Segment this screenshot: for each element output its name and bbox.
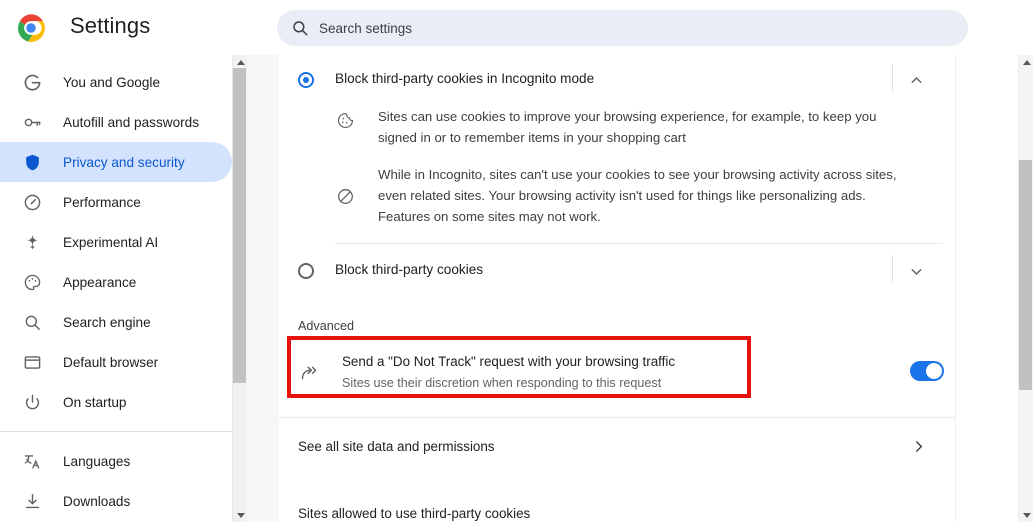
- sidebar-item-languages[interactable]: Languages: [0, 441, 232, 481]
- sidebar-item-autofill-and-passwords[interactable]: Autofill and passwords: [0, 102, 232, 142]
- main-content: Block third-party cookies in Incognito m…: [279, 55, 1016, 522]
- sidebar-item-label: Languages: [63, 453, 131, 469]
- sidebar-item-appearance[interactable]: Appearance: [0, 262, 232, 302]
- radio-row-block-third-party-incognito[interactable]: Block third-party cookies in Incognito m…: [279, 55, 955, 102]
- content-gutter: [247, 55, 279, 522]
- translate-icon: [22, 451, 42, 471]
- sidebar-item-label: Privacy and security: [63, 154, 185, 170]
- do-not-track-title: Send a "Do Not Track" request with your …: [342, 353, 676, 369]
- google-g-icon: [22, 72, 42, 92]
- sparkle-icon: [22, 232, 42, 252]
- chevron-separator: [892, 255, 893, 283]
- do-not-track-subtitle: Sites use their discretion when respondi…: [342, 375, 662, 390]
- sidebar-item-privacy-and-security[interactable]: Privacy and security: [0, 142, 232, 182]
- shield-icon: [22, 152, 42, 172]
- cookie-icon: [335, 110, 355, 130]
- toggle-knob: [926, 363, 942, 379]
- sidebar-item-label: You and Google: [63, 74, 161, 90]
- sidebar-item-label: Default browser: [63, 354, 159, 370]
- power-icon: [22, 392, 42, 412]
- search-bar[interactable]: [277, 10, 968, 46]
- sidebar-item-experimental-ai[interactable]: Experimental AI: [0, 222, 232, 262]
- description-row-cookies: Sites can use cookies to improve your br…: [279, 102, 955, 152]
- magnifier-icon: [22, 312, 42, 332]
- block-circle-slash-icon: [335, 186, 355, 206]
- sidebar-item-default-browser[interactable]: Default browser: [0, 342, 232, 382]
- description-text: While in Incognito, sites can't use your…: [378, 167, 897, 224]
- radio-label: Block third-party cookies in Incognito m…: [335, 71, 595, 86]
- see-all-site-data-row[interactable]: See all site data and permissions: [279, 418, 955, 474]
- sidebar-item-label: Downloads: [63, 493, 131, 509]
- chrome-logo-icon: [16, 13, 46, 43]
- sidebar-divider: [0, 431, 232, 432]
- sidebar-item-label: On startup: [63, 394, 127, 410]
- chevron-separator: [892, 64, 893, 92]
- see-all-site-data-label: See all site data and permissions: [298, 438, 495, 454]
- do-not-track-texts: Send a "Do Not Track" request with your …: [342, 352, 675, 393]
- chevron-up-icon[interactable]: [903, 67, 929, 93]
- description-row-incognito: While in Incognito, sites can't use your…: [279, 152, 955, 231]
- sidebar-item-label: Performance: [63, 194, 141, 210]
- radio-row-block-third-party-cookies[interactable]: Block third-party cookies: [279, 244, 955, 293]
- sidebar-item-on-startup[interactable]: On startup: [0, 382, 232, 422]
- sidebar-item-label: Autofill and passwords: [63, 114, 200, 130]
- palette-icon: [22, 272, 42, 292]
- description-text: Sites can use cookies to improve your br…: [378, 109, 877, 145]
- sidebar-item-label: Appearance: [63, 274, 137, 290]
- speedometer-icon: [22, 192, 42, 212]
- main-scrollbar-thumb[interactable]: [1019, 160, 1032, 390]
- settings-window: Settings You and Google: [0, 0, 1033, 522]
- sidebar-item-search-engine[interactable]: Search engine: [0, 302, 232, 342]
- download-icon: [22, 491, 42, 511]
- chevron-down-icon[interactable]: [903, 258, 929, 284]
- sidebar-item-label: Experimental AI: [63, 234, 159, 250]
- card-right-edge: [955, 55, 956, 522]
- sidebar-item-label: Search engine: [63, 314, 151, 330]
- sidebar-scrollbar-thumb[interactable]: [233, 68, 246, 383]
- radio-button-unselected[interactable]: [298, 263, 314, 279]
- scroll-up-arrow-icon[interactable]: [1019, 55, 1033, 69]
- key-icon: [22, 112, 42, 132]
- radio-label: Block third-party cookies: [335, 262, 484, 277]
- search-icon: [291, 19, 309, 37]
- sidebar-item-downloads[interactable]: Downloads: [0, 481, 232, 521]
- sidebar-nav: You and Google Autofill and passwords Pr…: [0, 55, 232, 522]
- scroll-up-arrow-icon[interactable]: [233, 55, 248, 69]
- scroll-down-arrow-icon[interactable]: [233, 508, 248, 522]
- page-title: Settings: [70, 13, 151, 38]
- do-not-track-arrow-icon: [298, 361, 320, 383]
- advanced-section-label: Advanced: [298, 319, 355, 333]
- radio-button-selected[interactable]: [298, 72, 314, 88]
- sidebar-item-performance[interactable]: Performance: [0, 182, 232, 222]
- app-header: Settings: [0, 0, 1033, 55]
- cookies-settings-card: Block third-party cookies in Incognito m…: [279, 55, 955, 521]
- browser-window-icon: [22, 352, 42, 372]
- do-not-track-row[interactable]: Send a "Do Not Track" request with your …: [279, 341, 955, 403]
- sidebar-item-you-and-google[interactable]: You and Google: [0, 62, 232, 102]
- sites-allowed-section-label: Sites allowed to use third-party cookies: [298, 506, 531, 521]
- chevron-right-icon[interactable]: [907, 435, 929, 457]
- scroll-down-arrow-icon[interactable]: [1019, 508, 1033, 522]
- sidebar-item-list: You and Google Autofill and passwords Pr…: [0, 55, 232, 521]
- search-input[interactable]: [319, 13, 919, 43]
- do-not-track-toggle[interactable]: [910, 361, 944, 381]
